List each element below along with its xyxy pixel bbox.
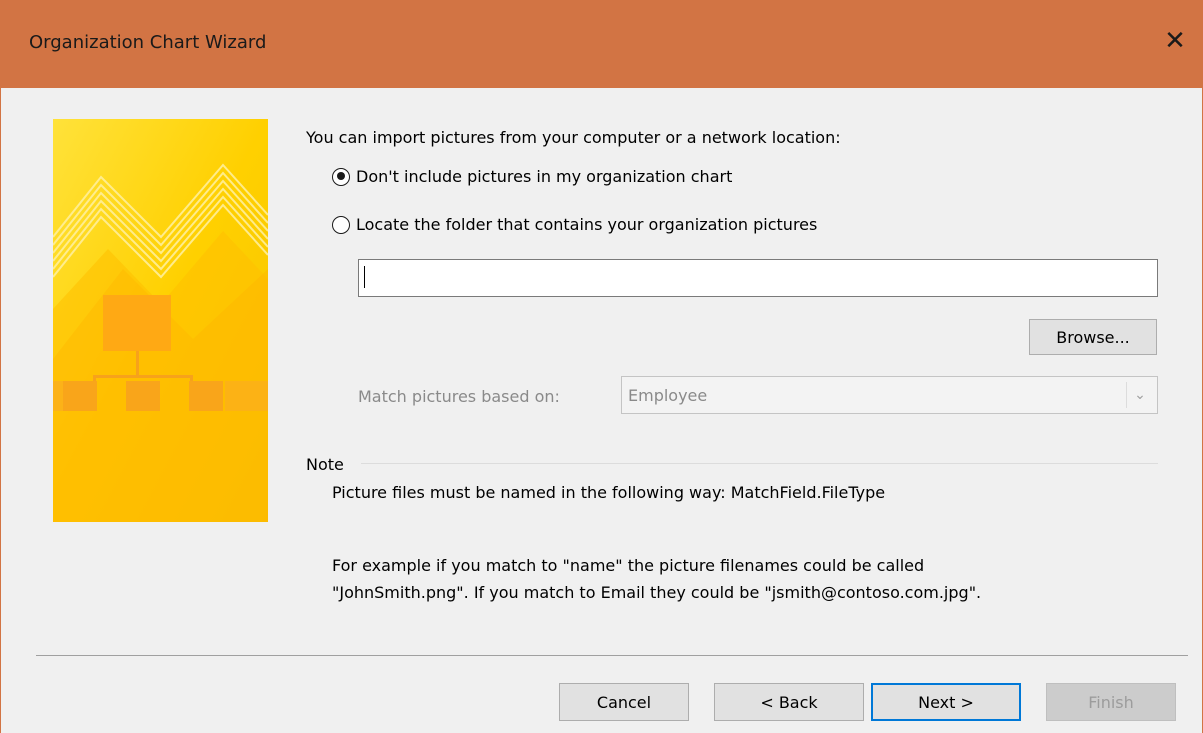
note-naming-rule: Picture files must be named in the follo… [332,483,886,502]
wizard-banner-image [53,119,268,522]
radio-unchecked-icon[interactable] [332,215,350,234]
folder-path-input[interactable] [358,259,1158,297]
window-title: Organization Chart Wizard [29,32,267,53]
no-pictures-option[interactable]: Don't include pictures in my organizatio… [332,167,732,186]
radio-checked-icon[interactable] [332,167,350,186]
match-field-select[interactable]: Employee ⌄ [621,376,1158,414]
intro-text: You can import pictures from your comput… [306,128,841,147]
next-button[interactable]: Next > [871,683,1021,721]
title-bar: Organization Chart Wizard ✕ [1,0,1202,88]
note-heading: Note [306,455,344,474]
chevron-down-icon[interactable]: ⌄ [1126,382,1153,408]
cancel-button[interactable]: Cancel [559,683,689,721]
no-pictures-label[interactable]: Don't include pictures in my organizatio… [356,167,732,186]
footer-separator [36,655,1188,656]
back-button[interactable]: < Back [714,683,864,721]
match-pictures-label: Match pictures based on: [358,387,560,406]
locate-folder-label[interactable]: Locate the folder that contains your org… [356,215,817,234]
browse-button[interactable]: Browse... [1029,319,1157,355]
locate-folder-option[interactable]: Locate the folder that contains your org… [332,215,817,234]
note-example-line-2: "JohnSmith.png". If you match to Email t… [332,583,982,602]
note-example: For example if you match to "name" the p… [332,552,1192,606]
close-icon[interactable]: ✕ [1160,26,1190,56]
match-field-value: Employee [628,386,708,405]
org-chart-illustration [53,119,268,522]
note-divider [361,463,1158,464]
text-caret [364,266,365,288]
org-chart-wizard-dialog: Organization Chart Wizard ✕ You can impo… [0,0,1203,733]
note-example-line-1: For example if you match to "name" the p… [332,556,925,575]
finish-button: Finish [1046,683,1176,721]
